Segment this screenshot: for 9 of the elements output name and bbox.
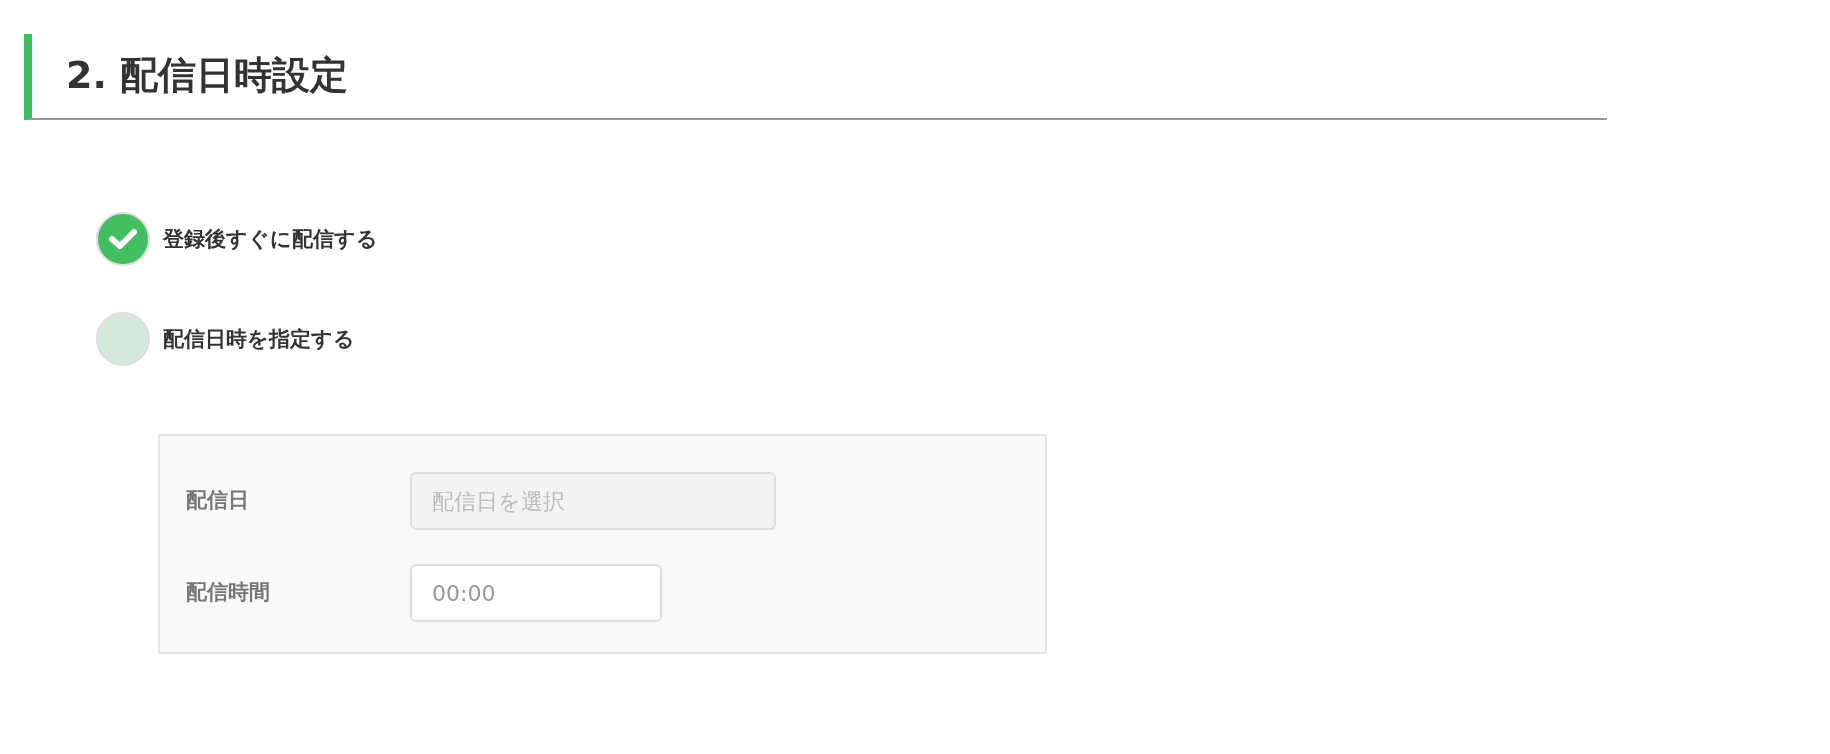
option-label: 配信日時を指定する bbox=[163, 326, 355, 353]
radio-button[interactable] bbox=[96, 312, 150, 366]
time-field[interactable]: 00:00 bbox=[410, 564, 662, 622]
field-label: 配信時間 bbox=[186, 579, 271, 606]
section-title: 2. 配信日時設定 bbox=[24, 34, 1607, 120]
option-label: 登録後すぐに配信する bbox=[163, 226, 378, 253]
check-icon bbox=[109, 228, 137, 250]
radio-button[interactable] bbox=[96, 212, 150, 266]
field-label: 配信日 bbox=[186, 487, 250, 514]
